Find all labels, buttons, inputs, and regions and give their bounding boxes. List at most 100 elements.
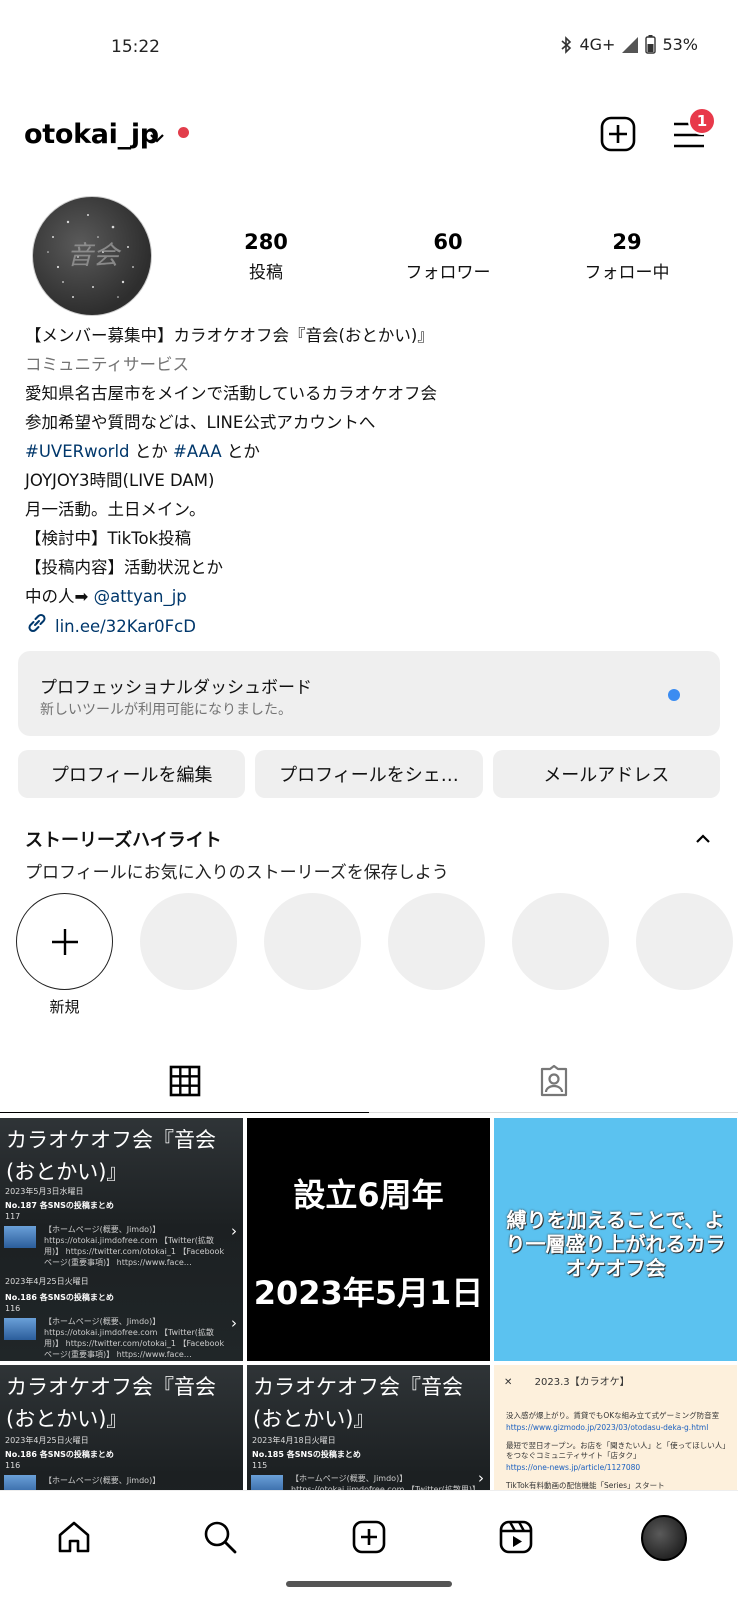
post-thumbnail[interactable]: カラオケオフ会『音会(おとかい)』 2023年5月3日水曜日 No.187 各S… xyxy=(0,1118,243,1361)
tab-posts-grid[interactable] xyxy=(0,1050,369,1113)
username-switcher[interactable]: otokai_jp xyxy=(24,119,159,150)
create-icon[interactable] xyxy=(347,1515,391,1559)
post-link: https://one-news.jp/article/1127080 xyxy=(506,1463,731,1473)
tagged-person-icon xyxy=(540,1064,567,1097)
post-preview-image xyxy=(4,1318,36,1340)
stat-following[interactable]: 29 フォロー中 xyxy=(557,230,697,283)
bio-line: 【検討中】TikTok投稿 xyxy=(25,529,192,548)
post-item: 没入感が爆上がり。賃貸でもOKな組み立て式ゲーミング防音室 xyxy=(506,1411,720,1420)
signal-icon xyxy=(621,36,639,54)
post-body: 【ホームページ(概要、Jimdo)】 https://otokai.jimdof… xyxy=(44,1317,225,1359)
home-icon[interactable] xyxy=(52,1515,96,1559)
post-thumbnail[interactable]: 設立6周年 2023年5月1日 xyxy=(247,1118,490,1361)
bio-line: JOYJOY3時間(LIVE DAM) xyxy=(25,471,215,490)
post-text: 縛りを加えることで、より一層盛り上がれるカラオケオフ会 xyxy=(505,1208,726,1280)
highlight-placeholder xyxy=(388,893,485,990)
post-date: 2023年4月25日火曜日 xyxy=(5,1436,89,1445)
stat-followers-label: フォロワー xyxy=(405,263,491,283)
share-profile-button[interactable]: プロフィールをシェ… xyxy=(255,750,483,798)
highlights-row: 新規 xyxy=(16,893,738,1023)
email-button[interactable]: メールアドレス xyxy=(492,750,720,798)
stat-followers[interactable]: 60 フォロワー xyxy=(378,230,518,283)
highlight-placeholder xyxy=(512,893,609,990)
profile-summary: 音会 280 投稿 60 フォロワー 29 フォロー中 xyxy=(0,196,738,316)
network-type: 4G+ xyxy=(579,35,616,54)
post-link: https://www.gizmodo.jp/2023/03/otodasu-d… xyxy=(506,1423,731,1433)
stat-followers-count: 60 xyxy=(433,230,463,254)
create-post-icon[interactable] xyxy=(600,116,636,156)
post-count: 115 xyxy=(252,1461,268,1470)
profile-tabs xyxy=(0,1050,738,1113)
post-date: 2023年5月3日水曜日 xyxy=(5,1187,84,1196)
notification-badge: 1 xyxy=(688,107,716,135)
bio-text: とか xyxy=(221,442,260,461)
post-count: 116 xyxy=(5,1304,21,1313)
post-header: ✕ 2023.3【カラオケ】 xyxy=(504,1373,630,1388)
edit-profile-button[interactable]: プロフィールを編集 xyxy=(18,750,246,798)
status-bar: 15:22 4G+ 53% xyxy=(0,0,738,96)
battery-percent: 53% xyxy=(662,35,698,54)
profile-avatar-tab[interactable] xyxy=(641,1515,687,1561)
close-icon: ✕ xyxy=(504,1377,513,1388)
post-title: No.185 各SNSの投稿まとめ xyxy=(252,1450,361,1459)
profile-bio: 【メンバー募集中】カラオケオフ会『音会(おとかい)』 コミュニティサービス 愛知… xyxy=(25,321,715,642)
post-title: No.186 各SNSの投稿まとめ xyxy=(5,1450,114,1459)
post-preview-image xyxy=(4,1475,36,1490)
home-indicator[interactable] xyxy=(286,1581,452,1587)
post-title: No.186 各SNSの投稿まとめ xyxy=(5,1293,114,1302)
bio-external-link[interactable]: lin.ee/32Kar0FcD xyxy=(25,611,715,642)
highlights-subtitle: プロフィールにお気に入りのストーリーズを保存しよう xyxy=(25,863,449,883)
chevron-right-icon: › xyxy=(478,1469,484,1487)
post-link-text: https://www.gizmodo.jp/2023/03/otodasu-d… xyxy=(506,1423,709,1432)
profile-category: コミュニティサービス xyxy=(25,355,190,374)
highlight-placeholder xyxy=(264,893,361,990)
bio-hashtags-line: #UVERworld とか #AAA とか xyxy=(25,437,715,466)
bio-line: 【投稿内容】活動状況とか xyxy=(25,558,223,577)
avatar-logo-text: 音会 xyxy=(66,241,119,271)
post-thumbnail[interactable]: カラオケオフ会『音会(おとかい)』 2023年4月25日火曜日 No.186 各… xyxy=(0,1365,243,1490)
post-item: TikTok有料動画の配信機能「Series」スタート xyxy=(506,1481,665,1490)
post-thumbnail[interactable]: ✕ 2023.3【カラオケ】 没入感が爆上がり。賃貸でもOKな組み立て式ゲーミン… xyxy=(494,1365,737,1490)
bio-text: とか xyxy=(129,442,174,461)
post-thumbnail[interactable]: カラオケオフ会『音会(おとかい)』 2023年4月18日火曜日 No.185 各… xyxy=(247,1365,490,1490)
post-count: 116 xyxy=(5,1461,21,1470)
hashtag-link[interactable]: #AAA xyxy=(173,442,222,461)
stat-following-label: フォロー中 xyxy=(584,263,670,283)
status-time: 15:22 xyxy=(111,37,160,57)
bio-line: 月一活動。土日メイン。 xyxy=(25,500,206,519)
stat-posts[interactable]: 280 投稿 xyxy=(196,230,336,283)
chevron-down-icon[interactable] xyxy=(149,129,165,148)
tab-tagged[interactable] xyxy=(369,1050,738,1113)
post-item: 最短で翌日オープン。お店を「聞きたい人」と「使ってほしい人」をつなぐコミュニティ… xyxy=(506,1441,730,1460)
post-header-title: 2023.3【カラオケ】 xyxy=(534,1377,630,1388)
bluetooth-icon xyxy=(559,35,573,54)
plus-icon xyxy=(51,928,78,955)
bio-text: 中の人➡ xyxy=(25,587,94,606)
highlight-placeholder xyxy=(636,893,733,990)
bottom-navigation xyxy=(0,1490,738,1600)
stat-posts-label: 投稿 xyxy=(249,263,283,283)
post-thumbnail[interactable]: 縛りを加えることで、より一層盛り上がれるカラオケオフ会 xyxy=(494,1118,737,1361)
bio-mention-line: 中の人➡ @attyan_jp xyxy=(25,582,715,611)
post-body: 【ホームページ(概要、Jimdo)】 https://otokai.jimdof… xyxy=(291,1474,480,1490)
mention-link[interactable]: @attyan_jp xyxy=(94,587,187,606)
chevron-up-icon[interactable] xyxy=(695,830,711,849)
post-body: 【ホームページ(概要、Jimdo)】 xyxy=(44,1476,161,1485)
chevron-right-icon: › xyxy=(231,1314,237,1332)
bio-link-text: lin.ee/32Kar0FcD xyxy=(55,616,196,636)
stat-posts-count: 280 xyxy=(244,230,288,254)
stat-following-count: 29 xyxy=(612,230,642,254)
post-date: 2023年4月18日火曜日 xyxy=(252,1436,336,1445)
professional-dashboard[interactable]: プロフェッショナルダッシュボード 新しいツールが利用可能になりました。 xyxy=(18,651,720,736)
status-dot xyxy=(178,127,189,138)
hashtag-link[interactable]: #UVERworld xyxy=(25,442,130,461)
avatar[interactable]: 音会 xyxy=(32,196,152,316)
new-highlight-label: 新規 xyxy=(49,998,80,1016)
dashboard-title: プロフェッショナルダッシュボード xyxy=(40,678,312,698)
post-link-text: https://one-news.jp/article/1127080 xyxy=(506,1463,641,1472)
new-indicator-dot xyxy=(668,689,680,701)
reels-icon[interactable] xyxy=(494,1515,538,1559)
post-text: 2023年5月1日 xyxy=(253,1274,484,1312)
search-icon[interactable] xyxy=(198,1515,242,1559)
new-highlight-button[interactable] xyxy=(16,893,113,990)
